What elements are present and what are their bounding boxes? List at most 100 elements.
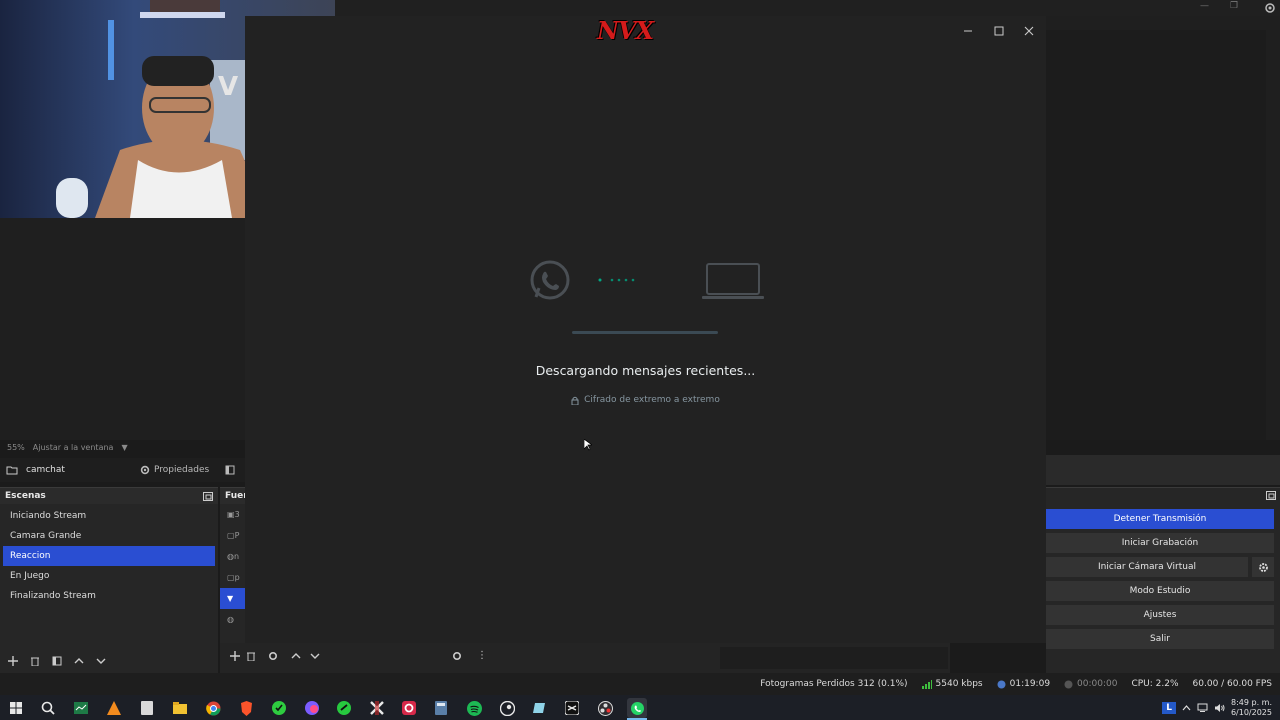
source-label: P xyxy=(234,531,240,540)
scene-item-camara-grande[interactable]: Camara Grande xyxy=(3,526,215,546)
chevron-up-icon[interactable] xyxy=(1182,704,1191,711)
calculator-icon[interactable] xyxy=(431,698,451,718)
app-opera-icon[interactable] xyxy=(399,698,419,718)
language-indicator[interactable]: L xyxy=(1162,701,1176,714)
app-gradient-icon[interactable] xyxy=(302,698,322,718)
audio-settings-button[interactable] xyxy=(452,651,464,661)
obs-settings-icon[interactable] xyxy=(1264,2,1276,14)
source-item[interactable]: ▣ 3 xyxy=(220,504,245,525)
spotify-icon[interactable] xyxy=(464,698,484,718)
chevron-down-icon[interactable]: ▼ xyxy=(121,443,127,452)
source-item[interactable]: ▢ p xyxy=(220,567,245,588)
app-blue-icon[interactable] xyxy=(529,698,549,718)
laptop-icon xyxy=(702,262,764,302)
stream-timer: 01:19:09 xyxy=(997,679,1050,689)
scenes-dock-header: Escenas xyxy=(0,488,218,504)
mouse-cursor-icon xyxy=(584,439,592,451)
undock-icon[interactable] xyxy=(1266,491,1276,500)
windows-start-icon[interactable] xyxy=(6,698,26,718)
record-time: 00:00:00 xyxy=(1077,679,1118,689)
source-item[interactable]: ◍ xyxy=(220,609,245,630)
chevron-down-icon: ▼ xyxy=(227,594,234,603)
filters-icon[interactable] xyxy=(225,465,235,475)
file-explorer-icon[interactable] xyxy=(170,698,190,718)
scene-label: Iniciando Stream xyxy=(10,511,87,521)
clock-date: 6/10/2025 xyxy=(1230,707,1272,717)
remove-source-button[interactable] xyxy=(246,651,256,661)
obs-lower-dock-strip: ⋮ xyxy=(220,643,950,673)
more-options-icon[interactable]: ⋮ xyxy=(477,650,487,661)
capcut-editor-icon[interactable] xyxy=(562,698,582,718)
signal-bars-icon xyxy=(921,679,932,689)
start-recording-button[interactable]: Iniciar Grabación xyxy=(1046,533,1274,553)
fit-window-label[interactable]: Ajustar a la ventana xyxy=(33,443,114,452)
stream-live-icon xyxy=(997,680,1006,689)
source-label: 3 xyxy=(234,510,240,519)
app-green-icon[interactable] xyxy=(269,698,289,718)
image-icon: ▣ xyxy=(227,510,235,519)
source-properties-button[interactable] xyxy=(268,651,278,661)
undock-icon[interactable] xyxy=(203,491,213,501)
obs-maximize-icon[interactable]: ❐ xyxy=(1230,1,1238,11)
app-green2-icon[interactable] xyxy=(334,698,354,718)
stop-stream-button[interactable]: Detener Transmisión xyxy=(1046,509,1274,529)
scene-item-finalizando-stream[interactable]: Finalizando Stream xyxy=(3,586,215,606)
move-up-button[interactable] xyxy=(291,651,301,661)
system-tray: L 8:49 p. m. 6/10/2025 xyxy=(1162,695,1280,720)
remove-scene-button[interactable] xyxy=(26,652,44,670)
start-recording-label: Iniciar Grabación xyxy=(1121,538,1199,548)
scene-label: Finalizando Stream xyxy=(10,591,96,601)
app-vlc-icon[interactable] xyxy=(104,698,124,718)
move-up-button[interactable] xyxy=(70,652,88,670)
task-manager-icon[interactable] xyxy=(71,698,91,718)
source-group-selected[interactable]: ▼ xyxy=(220,588,245,609)
gear-icon xyxy=(140,465,150,475)
app-capcut-icon[interactable] xyxy=(367,698,387,718)
chrome-icon[interactable] xyxy=(203,698,223,718)
add-scene-button[interactable] xyxy=(4,652,22,670)
exit-label: Salir xyxy=(1150,634,1170,644)
start-virtual-cam-button[interactable]: Iniciar Cámara Virtual xyxy=(1046,557,1248,577)
whatsapp-window: NVX Descargando mensajes recientes... Ci… xyxy=(245,16,1046,643)
scene-filters-button[interactable] xyxy=(48,652,66,670)
windows-taskbar: L 8:49 p. m. 6/10/2025 xyxy=(0,695,1280,720)
controls-header-band xyxy=(1046,455,1280,485)
move-down-button[interactable] xyxy=(310,651,320,661)
sources-dock-header: Fuer xyxy=(220,488,245,504)
add-source-button[interactable] xyxy=(230,651,240,661)
current-scene: camchat xyxy=(0,465,140,475)
settings-button[interactable]: Ajustes xyxy=(1046,605,1274,625)
source-item[interactable]: ◍ n xyxy=(220,546,245,567)
virtual-cam-settings-button[interactable] xyxy=(1252,557,1274,577)
browser-icon: ◍ xyxy=(227,615,234,624)
clock[interactable]: 8:49 p. m. 6/10/2025 xyxy=(1231,698,1272,718)
move-down-button[interactable] xyxy=(92,652,110,670)
scene-item-en-juego[interactable]: En Juego xyxy=(3,566,215,586)
obs-studio-icon[interactable] xyxy=(595,698,615,718)
scene-item-iniciando-stream[interactable]: Iniciando Stream xyxy=(3,506,215,526)
studio-mode-button[interactable]: Modo Estudio xyxy=(1046,581,1274,601)
search-icon[interactable] xyxy=(38,698,58,718)
fps-indicator: 60.00 / 60.00 FPS xyxy=(1192,679,1272,689)
app-notepad-icon[interactable] xyxy=(137,698,157,718)
volume-icon[interactable] xyxy=(1214,703,1225,713)
scene-list: Iniciando Stream Camara Grande Reaccion … xyxy=(0,504,218,606)
record-timer: 00:00:00 xyxy=(1064,679,1117,689)
transitions-panel xyxy=(720,647,948,669)
obs-preview-area xyxy=(1046,30,1266,440)
network-icon[interactable] xyxy=(1197,703,1208,712)
loading-title: Descargando mensajes recientes... xyxy=(535,363,756,378)
encryption-note: Cifrado de extremo a extremo xyxy=(245,395,1046,405)
brave-icon[interactable] xyxy=(236,698,256,718)
whatsapp-taskbar-icon[interactable] xyxy=(627,698,647,718)
sync-dots-icon xyxy=(597,277,637,283)
obs-minimize-icon[interactable]: — xyxy=(1200,1,1209,11)
obs-title-bar: — ❐ xyxy=(335,0,1280,16)
scene-item-reaccion[interactable]: Reaccion xyxy=(3,546,215,566)
properties-button[interactable]: Propiedades xyxy=(140,465,209,475)
scene-label: Camara Grande xyxy=(10,531,82,541)
source-item[interactable]: ▢ P xyxy=(220,525,245,546)
steam-icon[interactable] xyxy=(497,698,517,718)
bitrate-value: 5540 kbps xyxy=(935,679,983,689)
exit-button[interactable]: Salir xyxy=(1046,629,1274,649)
